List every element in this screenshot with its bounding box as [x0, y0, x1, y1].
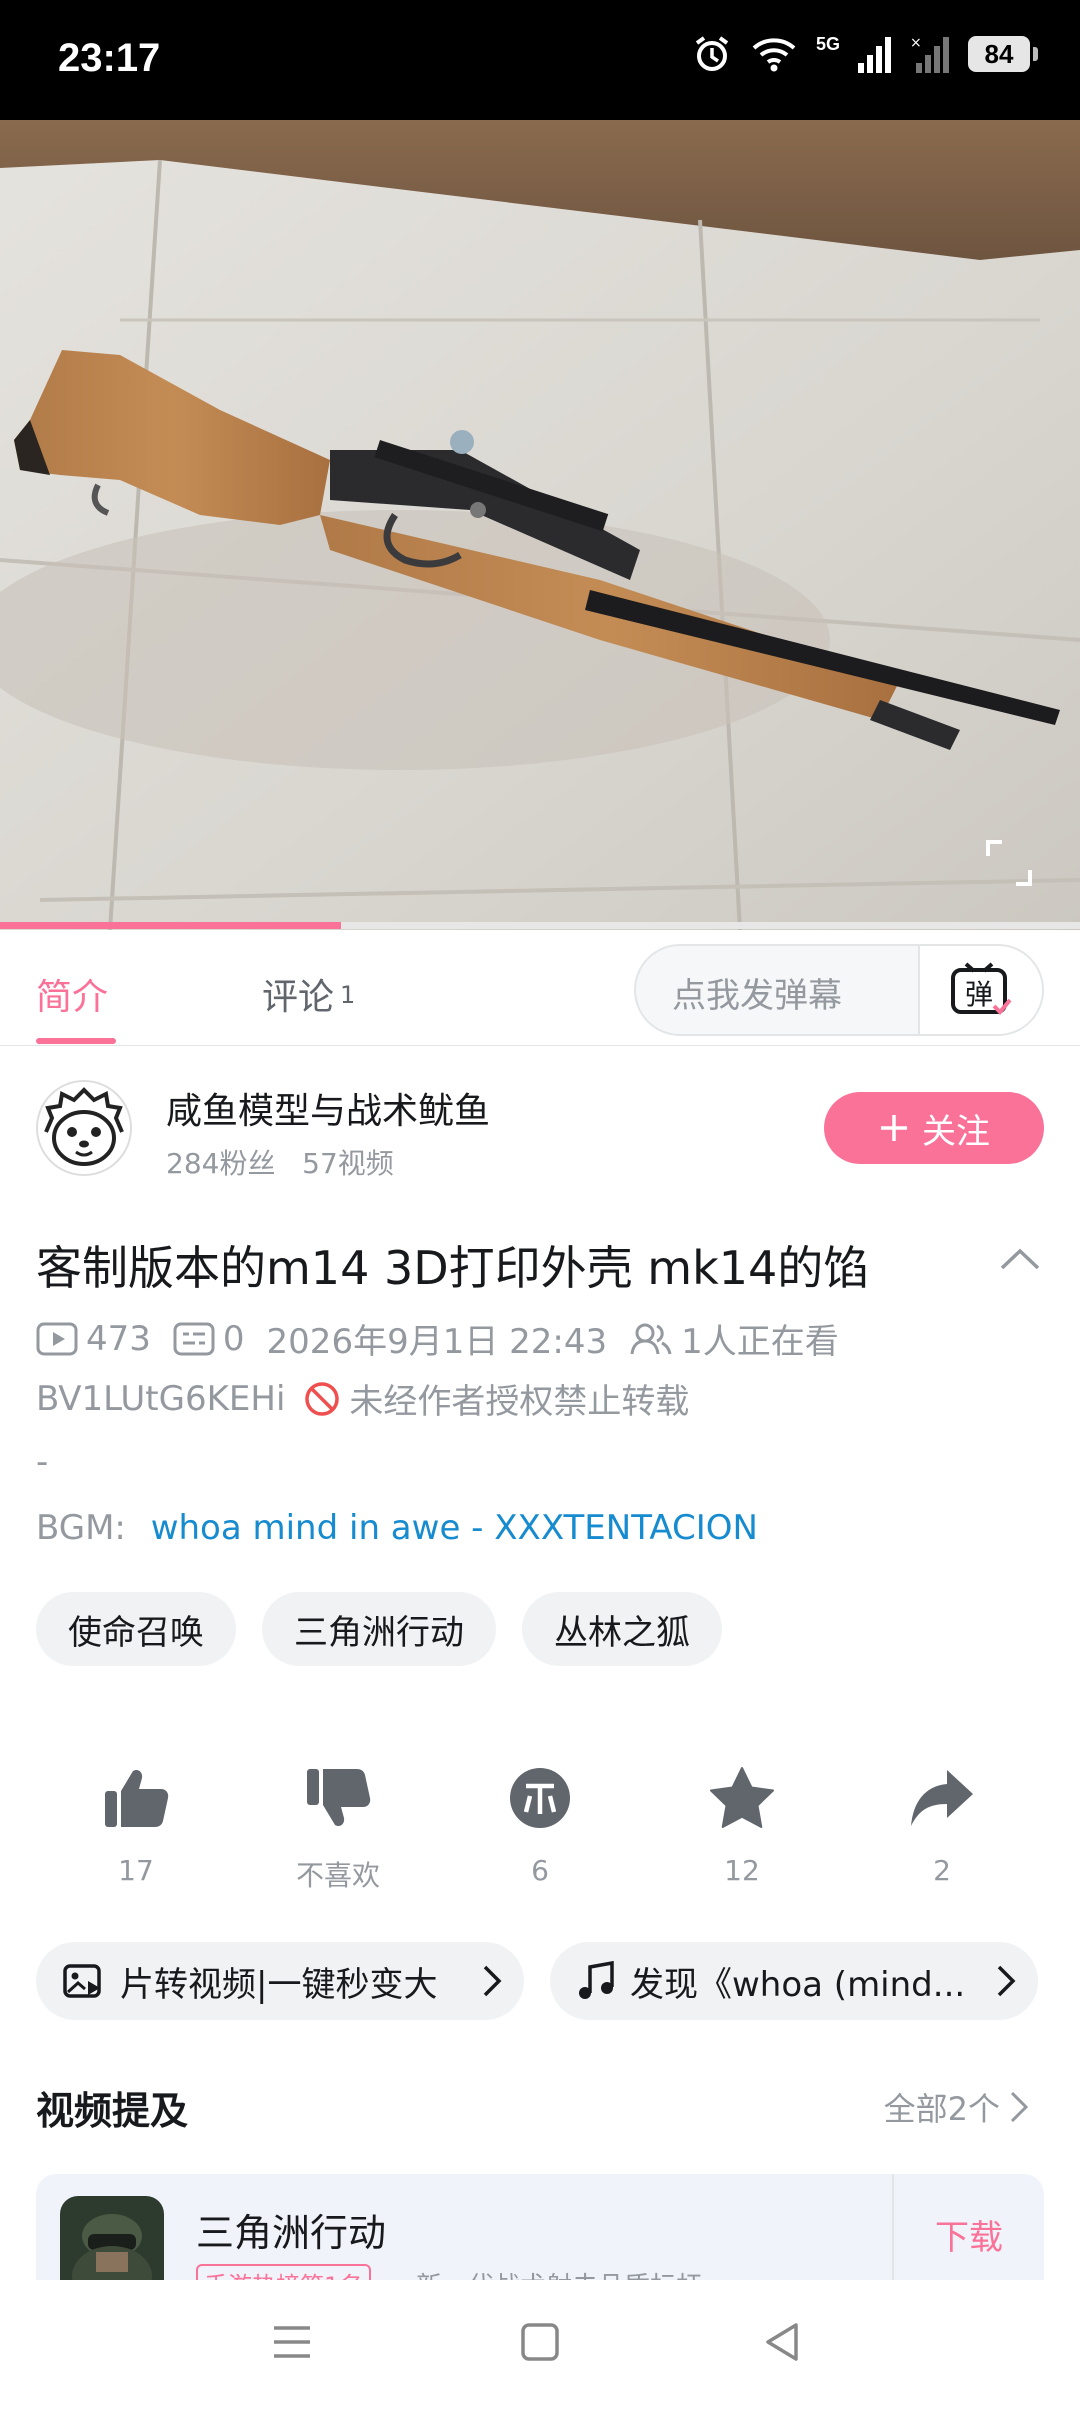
danmu-icon-text: 弹	[965, 978, 993, 1011]
video-frame-rifle-image	[0, 120, 1080, 930]
dislike-label: 不喜欢	[295, 1859, 380, 1892]
detail-tabs: 简介 评论 1 点我发弹幕 弹	[0, 930, 1080, 1046]
music-note-icon	[579, 1961, 614, 1999]
uploader-stats: 284粉丝 57视频	[166, 1142, 394, 1182]
danmaku-count-value: 0	[222, 1318, 245, 1359]
share-button[interactable]: 2	[862, 1762, 1022, 1887]
status-time: 23:17	[58, 36, 161, 80]
alarm-icon	[695, 36, 729, 71]
video-title: 客制版本的m14 3D打印外壳 mk14的馅	[36, 1241, 870, 1295]
mentions-more-link[interactable]: 全部2个	[884, 2084, 1030, 2130]
tab-intro[interactable]: 简介	[36, 968, 108, 1020]
game-mention-card[interactable]: 三角洲行动 手游热榜第1名 新一代战术射击品质标杆 下载	[36, 2174, 1044, 2294]
chevron-right-icon	[997, 1965, 1016, 1997]
mentions-title: 视频提及	[36, 2089, 189, 2133]
mentions-more-label: 全部2个	[883, 2090, 1000, 2128]
promo-music[interactable]: 发现《whoa (mind...	[550, 1942, 1038, 2020]
wifi-icon	[752, 38, 796, 72]
status-icons: 5G × 84	[692, 33, 1038, 74]
tag-jungle-fox[interactable]: 丛林之狐	[522, 1592, 722, 1666]
uploader-name[interactable]: 咸鱼模型与战术鱿鱼	[166, 1082, 490, 1134]
home-icon[interactable]	[518, 2320, 562, 2364]
follow-label: 关注	[922, 1111, 990, 1152]
tab-active-indicator	[36, 1038, 116, 1044]
chevron-right-icon	[1010, 2091, 1029, 2123]
tag-call-of-duty[interactable]: 使命召唤	[36, 1592, 236, 1666]
thumbs-down-icon	[307, 1769, 371, 1827]
danmaku-count-icon	[173, 1322, 215, 1355]
danmu-icon: 弹	[951, 962, 1012, 1015]
copyright-notice: 未经作者授权禁止转载	[349, 1382, 690, 1422]
download-button[interactable]: 下载	[892, 2174, 1044, 2294]
bgm-row: BGM: whoa mind in awe - XXXTENTACION	[36, 1508, 758, 1548]
danmaku-count: 0	[173, 1319, 245, 1359]
like-count: 17	[118, 1854, 154, 1887]
fullscreen-icon[interactable]	[984, 838, 1034, 888]
plus-icon	[881, 1115, 907, 1141]
dislike-button[interactable]: 不喜欢	[258, 1762, 418, 1894]
watching-now: 1人正在看	[629, 1314, 839, 1363]
bvid: BV1LUtG6KEHi	[36, 1378, 286, 1419]
danmu-input[interactable]: 点我发弹幕 弹	[634, 944, 1044, 1036]
play-count-icon	[36, 1322, 78, 1355]
favorite-count: 12	[724, 1854, 760, 1887]
danmu-placeholder: 点我发弹幕	[672, 976, 842, 1016]
hedgehog-avatar-icon	[38, 1082, 130, 1174]
video-meta-secondary: BV1LUtG6KEHi 未经作者授权禁止转载	[36, 1374, 689, 1423]
video-player[interactable]	[0, 120, 1080, 930]
bgm-label: BGM:	[36, 1508, 126, 1548]
video-progress-fill	[0, 922, 342, 929]
video-description: -	[36, 1442, 49, 1482]
forbidden-icon	[305, 1381, 340, 1416]
chevron-right-icon	[483, 1965, 502, 1997]
coin-button[interactable]: 6	[460, 1762, 620, 1887]
danmu-toggle-button[interactable]: 弹	[918, 946, 1042, 1034]
tab-comments-label: 评论	[262, 977, 335, 1018]
tag-list: 使命召唤 三角洲行动 丛林之狐	[36, 1592, 722, 1666]
video-image-icon	[63, 1964, 101, 1998]
uploader-row: 咸鱼模型与战术鱿鱼 284粉丝 57视频 关注	[0, 1060, 1080, 1190]
favorite-button[interactable]: 12	[662, 1762, 822, 1887]
tab-comments[interactable]: 评论 1	[262, 968, 355, 1020]
status-bar: 23:17 5G × 84	[0, 0, 1080, 120]
tag-delta-force[interactable]: 三角洲行动	[262, 1592, 496, 1666]
action-bar: 17 不喜欢 6 12 2	[0, 1762, 1080, 1902]
uploader-videos: 57视频	[302, 1147, 394, 1180]
uploader-fans: 284粉丝	[166, 1147, 276, 1180]
share-icon	[911, 1770, 973, 1826]
share-count: 2	[933, 1854, 951, 1887]
publish-date: 2026年9月1日 22:43	[266, 1322, 608, 1362]
follow-button[interactable]: 关注	[824, 1092, 1044, 1164]
play-count: 473	[36, 1319, 151, 1359]
promo-photo-to-video-text: 片转视频|一键秒变大	[120, 1964, 438, 2005]
system-nav-bar	[0, 2280, 1080, 2414]
menu-icon[interactable]	[270, 2320, 314, 2364]
people-icon	[630, 1323, 672, 1354]
back-icon[interactable]	[760, 2320, 804, 2364]
thumbs-up-icon	[105, 1769, 169, 1827]
avatar[interactable]	[36, 1080, 132, 1176]
chevron-up-icon[interactable]	[996, 1244, 1044, 1274]
signal-no-sim-icon: ×	[910, 35, 949, 73]
promo-photo-to-video[interactable]: 片转视频|一键秒变大	[36, 1942, 524, 2020]
tab-comments-count: 1	[340, 981, 356, 1009]
like-button[interactable]: 17	[56, 1762, 216, 1887]
battery-indicator: 84	[968, 36, 1038, 72]
coin-icon	[510, 1768, 570, 1828]
star-icon	[710, 1767, 774, 1828]
video-progress-bar[interactable]	[0, 922, 1080, 929]
video-meta: 473 0 2026年9月1日 22:43 1人正在看	[36, 1314, 861, 1363]
bgm-song-link[interactable]: whoa mind in awe - XXXTENTACION	[151, 1508, 758, 1548]
signal-icon	[858, 37, 891, 73]
coin-count: 6	[531, 1854, 549, 1887]
network-type: 5G	[815, 33, 840, 54]
game-name: 三角洲行动	[196, 2211, 387, 2255]
watching-now-value: 1人正在看	[681, 1322, 839, 1362]
play-count-value: 473	[86, 1318, 151, 1359]
promo-music-text: 发现《whoa (mind...	[630, 1964, 966, 2005]
svg-text:×: ×	[910, 35, 922, 51]
